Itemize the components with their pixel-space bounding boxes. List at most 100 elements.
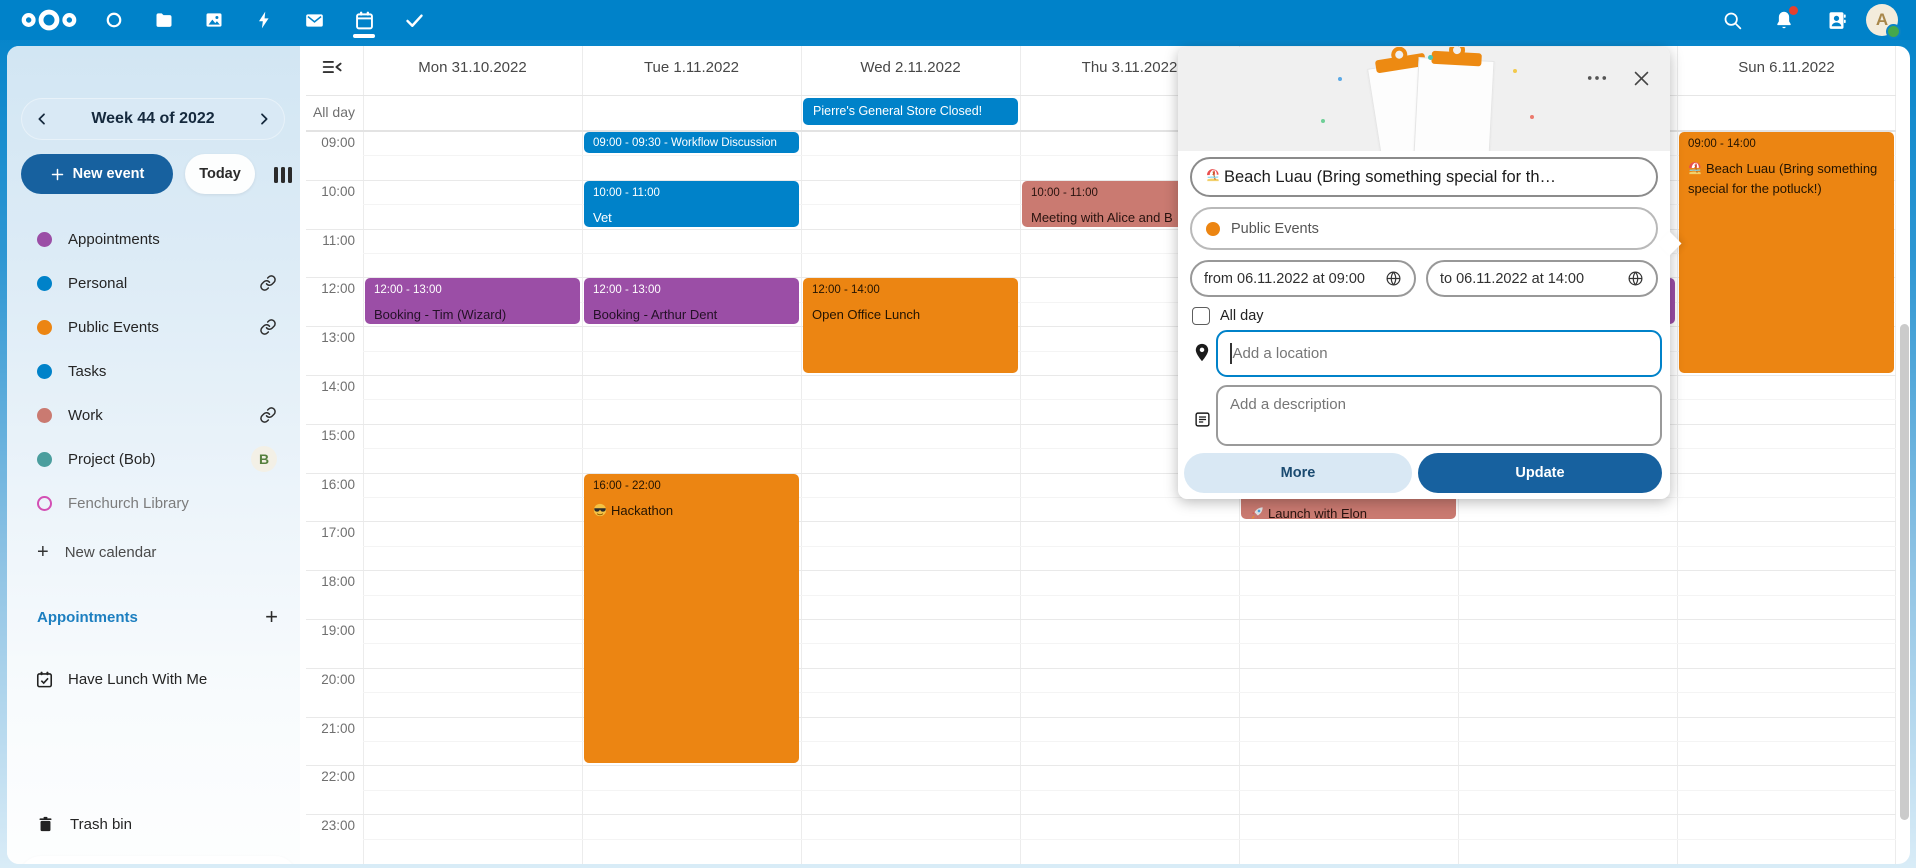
description-placeholder: Add a description — [1230, 396, 1346, 413]
contacts-button[interactable] — [1814, 0, 1858, 40]
app-button-calendar[interactable] — [342, 0, 386, 40]
time-label: 15:00 — [306, 428, 355, 443]
event[interactable]: 09:00 - 09:30 - Workflow Discussion — [584, 132, 799, 153]
calendar-item-label: Appointments — [68, 231, 160, 248]
vertical-scrollbar-thumb[interactable] — [1900, 324, 1909, 820]
half-hour-line — [363, 839, 1896, 840]
time-label: 18:00 — [306, 574, 355, 589]
allday-event[interactable]: Pierre's General Store Closed! — [803, 98, 1018, 125]
time-label: 16:00 — [306, 477, 355, 492]
app-button-files[interactable] — [142, 0, 186, 40]
description-icon — [1194, 411, 1211, 433]
week-navigation: Week 44 of 2022 — [21, 98, 285, 140]
new-event-button[interactable]: New event — [21, 154, 173, 194]
search-icon — [1722, 10, 1743, 31]
timezone-globe-icon[interactable] — [1385, 270, 1402, 287]
appointments-section-heading: Appointments — [37, 609, 138, 626]
calendar-settings-button[interactable]: Calendar settings — [19, 856, 297, 864]
dashboard-icon — [104, 10, 124, 30]
previous-week-button[interactable] — [21, 98, 63, 140]
event[interactable]: 12:00 - 13:00Booking - Tim (Wizard) — [365, 278, 580, 324]
notifications-button[interactable] — [1762, 0, 1806, 40]
event-title: Booking - Arthur Dent — [593, 307, 717, 322]
event-title: Hackathon — [611, 503, 673, 518]
calendar-select-value: Public Events — [1231, 221, 1319, 237]
nextcloud-logo[interactable] — [18, 7, 80, 33]
trash-bin-button[interactable]: Trash bin — [17, 803, 291, 845]
hour-line — [306, 814, 1896, 815]
shared-link-icon[interactable] — [259, 274, 277, 292]
view-switcher-button[interactable] — [269, 164, 297, 186]
description-textarea[interactable]: Add a description — [1216, 385, 1662, 446]
time-label: 21:00 — [306, 721, 355, 736]
photos-icon — [204, 10, 224, 30]
calendar-item-fenchurch-library[interactable]: Fenchurch Library — [17, 481, 291, 525]
start-datetime-input[interactable]: from 06.11.2022 at 09:00 — [1190, 260, 1416, 297]
appointment-item[interactable]: Have Lunch With Me — [17, 658, 291, 700]
collapse-allday-button[interactable] — [322, 59, 344, 80]
calendar-item-tasks[interactable]: Tasks — [17, 349, 291, 393]
update-button[interactable]: Update — [1418, 453, 1662, 493]
calendar-item-work[interactable]: Work — [17, 393, 291, 437]
allday-checkbox[interactable] — [1192, 307, 1210, 325]
calendar-select[interactable]: Public Events — [1190, 207, 1658, 250]
event-title-value: Beach Luau (Bring something special for … — [1224, 168, 1556, 187]
allday-toggle[interactable]: All day — [1192, 307, 1264, 325]
next-week-button[interactable] — [243, 98, 285, 140]
hour-line — [306, 668, 1896, 669]
calendar-item-label: Work — [68, 407, 103, 424]
time-label: 14:00 — [306, 379, 355, 394]
time-label: 09:00 — [306, 135, 355, 150]
close-button[interactable] — [1624, 61, 1658, 95]
app-button-tasks[interactable] — [392, 0, 436, 40]
avatar[interactable]: A — [1866, 4, 1898, 36]
event[interactable]: 12:00 - 14:00Open Office Lunch — [803, 278, 1018, 373]
event[interactable]: 09:00 - 14:00Beach Luau (Bring something… — [1679, 132, 1894, 373]
week-label: Week 44 of 2022 — [91, 110, 214, 128]
activity-icon — [254, 10, 274, 30]
more-button[interactable]: More — [1184, 453, 1412, 493]
calendar-item-label: Tasks — [68, 363, 106, 380]
calendar-item-label: Public Events — [68, 319, 159, 336]
end-datetime-input[interactable]: to 06.11.2022 at 14:00 — [1426, 260, 1658, 297]
plus-icon: + — [37, 541, 49, 564]
text-caret — [1230, 343, 1232, 364]
time-label: 11:00 — [306, 233, 355, 248]
add-appointment-config-button[interactable]: + — [265, 604, 278, 630]
today-button[interactable]: Today — [185, 154, 255, 194]
allday-checkbox-label: All day — [1220, 308, 1264, 324]
hour-line — [306, 765, 1896, 766]
calendar-select-color-dot — [1206, 222, 1220, 236]
app-button-photos[interactable] — [192, 0, 236, 40]
app-button-activity[interactable] — [242, 0, 286, 40]
calendar-item-project-bob-[interactable]: Project (Bob)B — [17, 437, 291, 481]
shared-link-icon[interactable] — [259, 318, 277, 336]
beach-umbrella-emoji — [1688, 161, 1702, 180]
event-time: 09:00 - 09:30 - Workflow Discussion — [593, 136, 790, 150]
event[interactable]: 16:00 - 22:00Hackathon — [584, 474, 799, 764]
time-label: 17:00 — [306, 525, 355, 540]
event[interactable]: 10:00 - 11:00Vet — [584, 181, 799, 227]
app-button-dashboard[interactable] — [92, 0, 136, 40]
event-title: Open Office Lunch — [812, 307, 920, 322]
calendar-item-appointments[interactable]: Appointments — [17, 217, 291, 261]
calendar-item-personal[interactable]: Personal — [17, 261, 291, 305]
event-title-input[interactable]: Beach Luau (Bring something special for … — [1190, 157, 1658, 197]
app-button-mail[interactable] — [292, 0, 336, 40]
close-icon — [1633, 70, 1650, 87]
actions-menu-button[interactable] — [1580, 61, 1614, 95]
day-header-6: Sun 6.11.2022 — [1677, 59, 1896, 81]
location-input[interactable]: Add a location — [1216, 330, 1662, 377]
shared-link-icon[interactable] — [259, 406, 277, 424]
new-calendar-button[interactable]: + New calendar — [17, 530, 291, 574]
time-label: 19:00 — [306, 623, 355, 638]
day-header-0: Mon 31.10.2022 — [363, 59, 582, 81]
files-icon — [154, 10, 174, 30]
search-button[interactable] — [1710, 0, 1754, 40]
event[interactable]: 12:00 - 13:00Booking - Arthur Dent — [584, 278, 799, 324]
calendar-sidebar: Week 44 of 2022 New event Today Appointm… — [7, 46, 300, 864]
chevron-left-icon — [34, 111, 50, 127]
calendar-item-public-events[interactable]: Public Events — [17, 305, 291, 349]
timezone-globe-icon[interactable] — [1627, 270, 1644, 287]
tasks-icon — [404, 10, 425, 31]
